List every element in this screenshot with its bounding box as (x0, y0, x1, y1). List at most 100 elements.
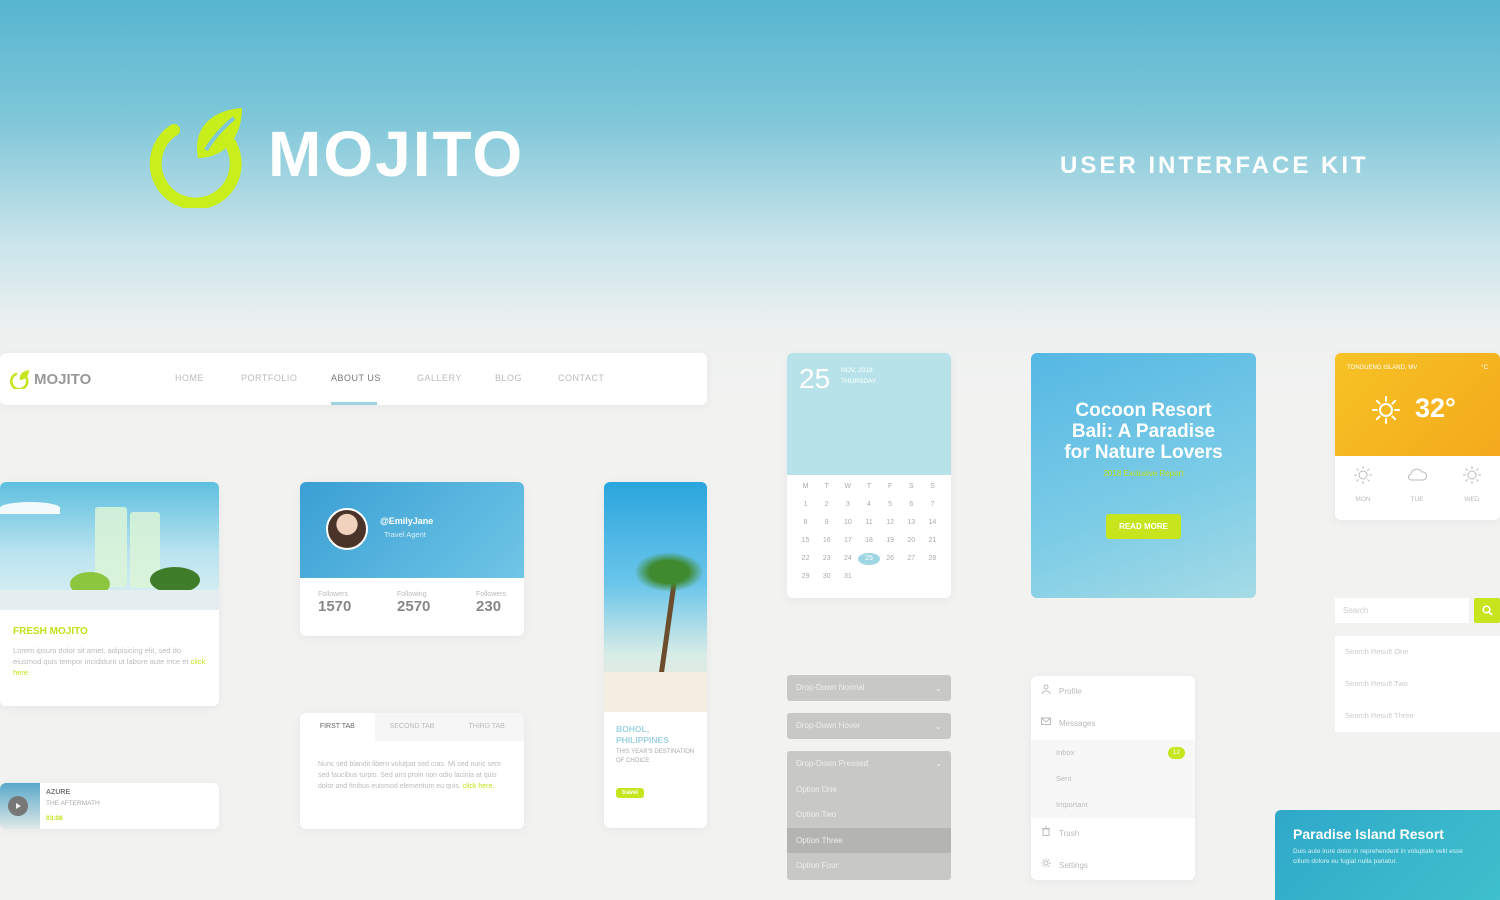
dropdown-option[interactable]: Option Three (787, 827, 951, 854)
read-more-button[interactable]: READ MORE (1106, 514, 1181, 539)
calendar-day-cell[interactable]: 30 (816, 571, 837, 583)
leaf-logo-icon (10, 370, 29, 389)
calendar-day-cell[interactable]: 9 (816, 517, 837, 529)
stat-followers: Followers 1570 (318, 591, 352, 615)
calendar-weekday-header: S (908, 483, 914, 490)
calendar-day-cell[interactable]: 17 (837, 535, 858, 547)
nav-blog[interactable]: BLOG (495, 373, 522, 383)
calendar-day-cell[interactable]: 3 (837, 499, 858, 511)
track-time: 03:08 (46, 815, 63, 822)
play-icon[interactable] (8, 796, 28, 816)
calendar-day-cell[interactable]: 28 (922, 553, 943, 565)
calendar-day-cell[interactable]: 26 (880, 553, 901, 565)
product-card[interactable]: FRESH MOJITO Lorem ipsum dolor sit amet,… (0, 482, 219, 706)
weather-temp: 32° (1415, 393, 1456, 423)
calendar-day-cell[interactable]: 5 (880, 499, 901, 511)
calendar-weekday-header: W (844, 483, 852, 490)
calendar: 25 NOV, 2018 THURSDAY M T W T F S S 1 2 3 4 5 6 7 8 9 10… (787, 353, 951, 598)
calendar-day-cell[interactable]: 31 (837, 571, 858, 583)
search-result-item[interactable]: Search Result Two (1335, 668, 1500, 700)
menu-subitem-inbox[interactable]: Inbox 12 (1031, 740, 1195, 766)
calendar-day-cell[interactable]: 19 (880, 535, 901, 547)
menu-item-profile[interactable]: Profile (1031, 676, 1195, 708)
search-button[interactable] (1474, 598, 1500, 623)
nav-home[interactable]: HOME (175, 373, 204, 383)
nav-gallery[interactable]: GALLERY (417, 373, 462, 383)
navbar: MOJITO HOME PORTFOLIO ABOUT US GALLERY B… (0, 353, 707, 405)
nav-about-us[interactable]: ABOUT US (331, 373, 381, 383)
nav-portfolio[interactable]: PORTFOLIO (241, 373, 297, 383)
calendar-weekday-header: F (887, 483, 893, 490)
destination-title: BOHOL, PHILIPPINES (616, 724, 669, 745)
dropdown-pressed[interactable]: Drop-Down Pressed ⌄ Option One Option Two… (787, 751, 951, 880)
trash-icon (1041, 818, 1051, 850)
stat-followers-2: Followers 230 (476, 591, 506, 615)
calendar-day-cell[interactable]: 2 (816, 499, 837, 511)
calendar-header: 25 NOV, 2018 THURSDAY (787, 353, 951, 475)
calendar-day-cell[interactable]: 1 (795, 499, 816, 511)
dropdown-option[interactable]: Option One (787, 777, 951, 803)
hero-brand: MOJITO (268, 118, 525, 190)
calendar-day-cell[interactable]: 11 (858, 517, 879, 529)
calendar-day-cell[interactable]: 21 (922, 535, 943, 547)
sidebar-menu: Profile Messages Inbox 12 Sent Important… (1031, 676, 1195, 880)
menu-subitem-sent[interactable]: Sent (1031, 766, 1195, 792)
resort-title: Cocoon Resort Bali: A Paradise for Natur… (1064, 400, 1223, 463)
calendar-day-cell[interactable]: 12 (880, 517, 901, 529)
calendar-day-cell[interactable]: 25 (858, 553, 880, 565)
calendar-day-cell[interactable]: 29 (795, 571, 816, 583)
search-result-item[interactable]: Search Result Three (1335, 700, 1500, 732)
menu-item-trash[interactable]: Trash (1031, 818, 1195, 850)
nav-contact[interactable]: CONTACT (558, 373, 604, 383)
calendar-day-cell[interactable]: 8 (795, 517, 816, 529)
calendar-day-cell[interactable]: 16 (816, 535, 837, 547)
calendar-day-cell[interactable]: 10 (837, 517, 858, 529)
calendar-day-cell[interactable]: 4 (858, 499, 879, 511)
tab-third[interactable]: THIRD TAB (449, 713, 524, 741)
dropdown-option[interactable]: Option Two (787, 802, 951, 828)
dropdown-normal[interactable]: Drop-Down Normal ⌄ (787, 675, 951, 701)
search-icon (1481, 605, 1493, 616)
menu-subitem-important[interactable]: Important (1031, 792, 1195, 818)
avatar[interactable] (326, 508, 368, 550)
nav-active-underline (331, 402, 377, 405)
profile-header: @EmilyJane Travel Agent (300, 482, 524, 578)
tab-link[interactable]: click here. (463, 783, 495, 790)
calendar-day-cell[interactable]: 27 (901, 553, 922, 565)
calendar-day-cell[interactable]: 22 (795, 553, 816, 565)
calendar-day-cell[interactable]: 6 (901, 499, 922, 511)
calendar-day-cell[interactable]: 18 (858, 535, 879, 547)
paradise-card[interactable]: Paradise Island Resort Duis aute irure d… (1275, 810, 1500, 900)
calendar-day-cell[interactable]: 14 (922, 517, 943, 529)
inbox-count-badge: 12 (1167, 747, 1185, 759)
profile-handle[interactable]: @EmilyJane (380, 516, 433, 526)
mojito-image (0, 482, 219, 610)
menu-item-settings[interactable]: Settings (1031, 850, 1195, 882)
tab-first[interactable]: FIRST TAB (300, 713, 375, 741)
tab-second[interactable]: SECOND TAB (375, 713, 450, 741)
calendar-day-cell[interactable]: 13 (901, 517, 922, 529)
travel-button[interactable]: travel (616, 788, 645, 798)
calendar-weekday-header: M (802, 483, 809, 490)
calendar-day-cell[interactable]: 15 (795, 535, 816, 547)
menu-item-messages[interactable]: Messages (1031, 708, 1195, 740)
leaf-logo-icon (149, 108, 242, 208)
dropdown-hover[interactable]: Drop-Down Hover ⌄ (787, 713, 951, 739)
dropdown-pressed-label[interactable]: Drop-Down Pressed ⌄ (787, 751, 951, 777)
calendar-day-cell[interactable]: 24 (837, 553, 858, 565)
search-input[interactable]: Search (1335, 598, 1469, 623)
dropdown-option[interactable]: Option Four (787, 853, 951, 879)
envelope-icon (1041, 708, 1051, 740)
search-result-item[interactable]: Search Result One (1335, 636, 1500, 668)
chevron-down-icon: ⌄ (934, 721, 942, 731)
paradise-title: Paradise Island Resort (1293, 826, 1444, 842)
calendar-day-cell[interactable]: 23 (816, 553, 837, 565)
tab-content: Nunc sed blandit libero volutpat sed cra… (318, 761, 501, 790)
beach-image (604, 482, 707, 712)
profile-card: @EmilyJane Travel Agent Followers 1570 F… (300, 482, 524, 636)
destination-card[interactable]: BOHOL, PHILIPPINES THIS YEAR'S DESTINATI… (604, 482, 707, 828)
calendar-day-cell[interactable]: 20 (901, 535, 922, 547)
calendar-day-cell[interactable]: 7 (922, 499, 943, 511)
cloud-icon (1407, 468, 1427, 481)
navbar-logo[interactable]: MOJITO (10, 369, 91, 389)
